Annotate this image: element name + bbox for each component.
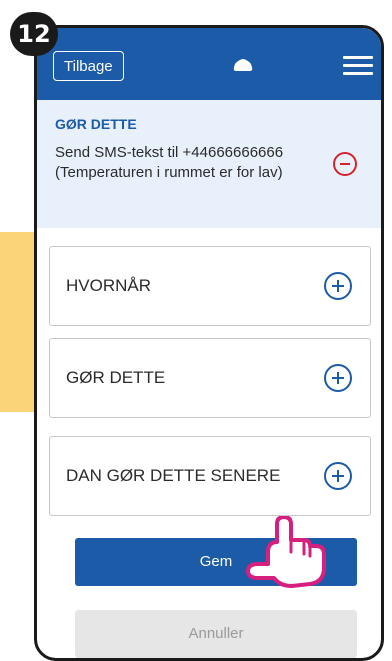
step-number-badge: 12 — [10, 12, 58, 56]
plus-circle-icon[interactable] — [324, 272, 352, 300]
back-button[interactable]: Tilbage — [53, 51, 124, 81]
phone-screen: Tilbage GØR DETTE Send SMS-tekst til +44… — [34, 25, 384, 661]
action-description-line1: Send SMS-tekst til +44666666666 — [55, 144, 284, 161]
action-title: GØR DETTE — [55, 116, 137, 132]
configured-action-panel: GØR DETTE Send SMS-tekst til +4466666666… — [37, 100, 381, 228]
card-dan-goer-dette-senere[interactable]: DAN GØR DETTE SENERE — [49, 436, 371, 516]
minus-circle-icon[interactable] — [333, 152, 357, 176]
card-hvornaar[interactable]: HVORNÅR — [49, 246, 371, 326]
card-goer-dette[interactable]: GØR DETTE — [49, 338, 371, 418]
card-label: GØR DETTE — [66, 368, 166, 387]
tap-hand-icon — [246, 516, 326, 588]
plus-circle-icon[interactable] — [324, 462, 352, 490]
plus-circle-icon[interactable] — [324, 364, 352, 392]
hamburger-menu-icon[interactable] — [343, 56, 373, 76]
action-description-line2: (Temperaturen i rummet er for lav) — [55, 164, 283, 181]
top-bar: Tilbage — [37, 28, 381, 100]
cloud-icon — [233, 59, 253, 71]
card-label: DAN GØR DETTE SENERE — [66, 466, 281, 485]
card-label: HVORNÅR — [66, 276, 152, 295]
cancel-button[interactable]: Annuller — [75, 610, 357, 658]
